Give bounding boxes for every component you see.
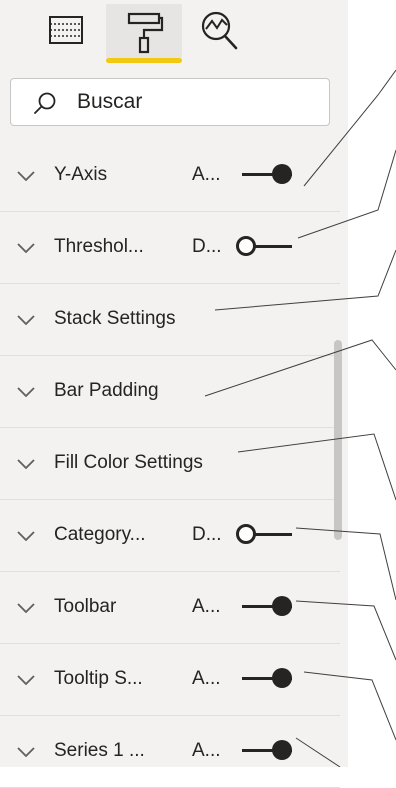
callout-line — [214, 249, 396, 311]
callout-line — [303, 69, 396, 187]
callout-lines — [204, 69, 396, 767]
callout-line — [295, 527, 396, 601]
callout-line — [303, 671, 396, 741]
callout-line — [204, 339, 396, 397]
callout-line — [295, 600, 396, 661]
callout-line — [295, 737, 341, 767]
callout-line — [297, 149, 396, 239]
callout-line — [237, 433, 396, 501]
